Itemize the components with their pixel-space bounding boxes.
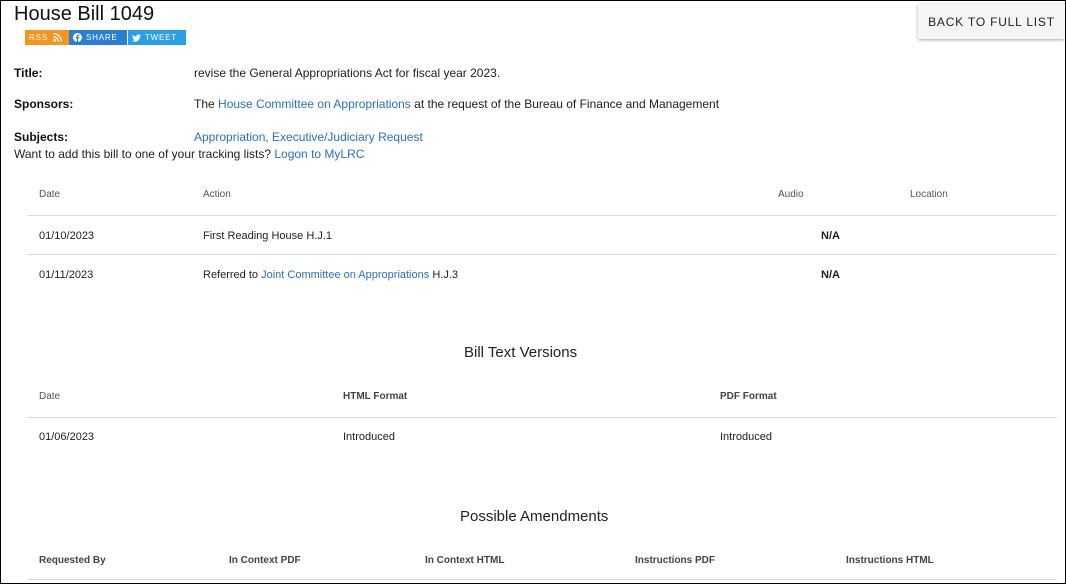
actions-header-audio: Audio: [778, 189, 804, 200]
versions-header-pdf: PDF Format: [720, 391, 777, 402]
actions-header-location: Location: [910, 189, 948, 200]
action-date-link[interactable]: 01/11/2023: [39, 269, 93, 281]
html-introduced-link[interactable]: Introduced: [343, 431, 395, 443]
facebook-icon: [73, 33, 82, 42]
audio-value: N/A: [821, 230, 840, 242]
pdf-introduced-link[interactable]: Introduced: [720, 431, 772, 443]
possible-amendments-title: Possible Amendments: [460, 508, 609, 525]
audio-value: N/A: [821, 269, 840, 281]
versions-header-divider: [27, 417, 1057, 418]
action-suffix: H.J.3: [432, 269, 458, 281]
action-text: First Reading House H.J.1: [203, 230, 332, 242]
versions-header-html: HTML Format: [343, 391, 408, 402]
amendments-header-instructions-html: Instructions HTML: [846, 555, 934, 566]
rss-label: RSS: [29, 33, 48, 42]
sponsors-prefix: The: [194, 97, 215, 111]
rss-icon: [53, 33, 62, 42]
tracking-text: Want to add this bill to one of your tra…: [14, 147, 272, 161]
versions-header-date: Date: [39, 391, 61, 402]
joint-committee-link[interactable]: Joint Committee on Appropriations: [261, 269, 429, 281]
sponsors-suffix: at the request of the Bureau of Finance …: [414, 97, 720, 111]
logon-mylrc-link[interactable]: Logon to MyLRC: [274, 147, 364, 161]
action-date-link[interactable]: 01/10/2023: [39, 230, 94, 242]
actions-header-action: Action: [203, 189, 231, 200]
bill-text-versions-title: Bill Text Versions: [464, 344, 578, 361]
row-divider: [27, 254, 1057, 255]
amendments-header-context-html: In Context HTML: [425, 555, 505, 566]
page-title: House Bill 1049: [14, 3, 155, 25]
sponsors-label: Sponsors:: [14, 97, 74, 111]
actions-header-divider: [27, 215, 1057, 216]
sponsors-value: The House Committee on Appropriations at…: [194, 97, 719, 111]
version-date: 01/06/2023: [39, 431, 95, 443]
amendments-header-requested-by: Requested By: [39, 555, 106, 566]
share-label: SHARE: [86, 33, 118, 42]
amendments-header-context-pdf: In Context PDF: [229, 555, 301, 566]
title-label: Title:: [14, 66, 43, 80]
tracking-note: Want to add this bill to one of your tra…: [14, 147, 364, 161]
action-text: Referred to Joint Committee on Appropria…: [203, 269, 458, 281]
tweet-button[interactable]: TWEET: [127, 30, 186, 45]
subjects-link[interactable]: Appropriation, Executive/Judiciary Reque…: [194, 130, 423, 144]
rss-button[interactable]: RSS: [25, 30, 69, 45]
share-button[interactable]: SHARE: [69, 30, 127, 45]
back-to-full-list-button[interactable]: BACK TO FULL LIST: [918, 4, 1065, 39]
subjects-label: Subjects:: [14, 130, 69, 144]
tweet-label: TWEET: [145, 33, 177, 42]
actions-header-date: Date: [39, 189, 61, 200]
twitter-icon: [132, 33, 141, 42]
amendments-header-divider: [27, 579, 1057, 580]
sponsor-committee-link[interactable]: House Committee on Appropriations: [218, 97, 411, 111]
action-prefix: Referred to: [203, 269, 259, 281]
social-buttons: RSS SHARE TWEET: [25, 30, 186, 45]
page-frame: House Bill 1049 RSS SHARE TWEET BACK TO …: [0, 0, 1066, 584]
amendments-header-instructions-pdf: Instructions PDF: [635, 555, 716, 566]
title-value: revise the General Appropriations Act fo…: [194, 66, 501, 80]
